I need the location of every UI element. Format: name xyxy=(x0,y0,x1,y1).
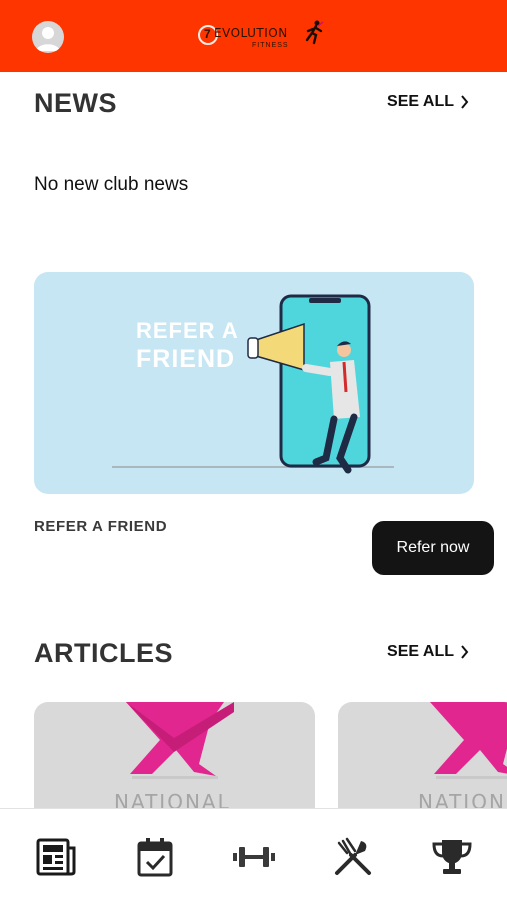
articles-see-all-label: SEE ALL xyxy=(387,643,454,660)
user-silhouette-icon xyxy=(36,27,60,51)
fork-knife-icon xyxy=(335,837,371,875)
article-card[interactable]: NATION xyxy=(338,702,507,822)
top-bar: 7 EVOLUTION FITNESS xyxy=(0,0,507,72)
logo-number: 7 xyxy=(204,27,211,41)
articles-title: ARTICLES xyxy=(34,638,173,668)
nav-calendar[interactable] xyxy=(133,835,177,879)
news-see-all-link[interactable]: SEE ALL xyxy=(387,93,469,111)
calendar-check-icon xyxy=(137,838,173,877)
refer-illustration: REFER A FRIEND xyxy=(112,294,394,474)
chevron-right-icon xyxy=(461,95,469,109)
runner-icon xyxy=(305,20,324,45)
refer-label: REFER A FRIEND xyxy=(34,518,168,535)
nav-news[interactable] xyxy=(34,835,78,879)
logo-name: EVOLUTION xyxy=(214,26,288,40)
news-empty-message: No new club news xyxy=(34,174,189,195)
nav-challenges[interactable] xyxy=(430,835,474,879)
news-title: NEWS xyxy=(34,88,117,118)
news-see-all-label: SEE ALL xyxy=(387,93,454,110)
article-card[interactable]: NATIONAL xyxy=(34,702,315,822)
nav-workouts[interactable] xyxy=(232,835,276,879)
trophy-icon xyxy=(432,840,472,874)
dumbbell-icon xyxy=(233,847,275,867)
nav-nutrition[interactable] xyxy=(331,835,375,879)
club-logo: 7 EVOLUTION FITNESS xyxy=(196,18,326,54)
news-icon xyxy=(36,838,76,876)
articles-see-all-link[interactable]: SEE ALL xyxy=(387,643,469,661)
refer-now-button[interactable]: Refer now xyxy=(372,521,494,575)
bottom-nav xyxy=(0,808,507,900)
refer-banner[interactable]: REFER A FRIEND xyxy=(34,272,474,494)
banner-text-line2: FRIEND xyxy=(136,345,235,373)
banner-text-line1: REFER A xyxy=(136,318,239,343)
avatar[interactable] xyxy=(32,21,64,53)
chevron-right-icon xyxy=(461,645,469,659)
logo-sub: FITNESS xyxy=(252,42,289,49)
